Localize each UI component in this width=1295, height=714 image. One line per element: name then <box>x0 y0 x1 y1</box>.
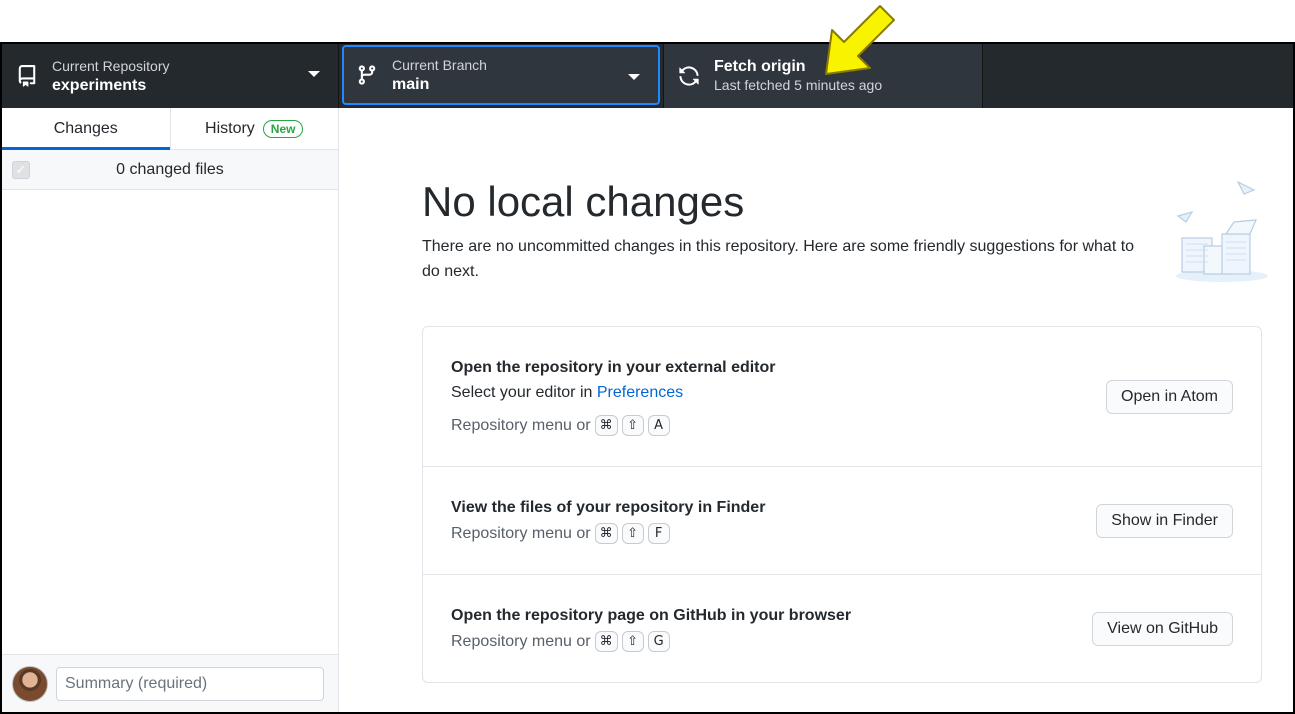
changed-files-count: 0 changed files <box>116 160 224 178</box>
command-key-icon: ⌘ <box>594 415 618 436</box>
changed-files-header: ✓ 0 changed files <box>2 150 338 190</box>
git-branch-icon <box>358 65 376 85</box>
tab-history[interactable]: History New <box>169 108 339 149</box>
sidebar-tabs: Changes History New <box>2 108 338 150</box>
tab-changes-label: Changes <box>53 119 118 137</box>
new-badge: New <box>262 119 304 138</box>
command-key-icon: ⌘ <box>594 631 618 652</box>
letter-key: G <box>647 631 670 652</box>
repository-label: Current Repository <box>52 58 170 74</box>
chevron-down-icon <box>308 71 320 77</box>
fetch-subtitle: Last fetched 5 minutes ago <box>714 77 883 93</box>
shortcut-prefix: Repository menu or <box>451 524 591 542</box>
suggestion-title: View the files of your repository in Fin… <box>451 499 766 516</box>
letter-key: F <box>647 523 670 544</box>
command-key-icon: ⌘ <box>594 523 618 544</box>
suggestion-show-finder: View the files of your repository in Fin… <box>423 467 1261 575</box>
keyboard-shortcut: Repository menu or ⌘ ⇧ F <box>451 523 670 544</box>
select-all-checkbox[interactable]: ✓ <box>12 160 30 179</box>
suggestion-title: Open the repository in your external edi… <box>451 359 776 376</box>
summary-input[interactable] <box>56 666 324 701</box>
branch-label: Current Branch <box>392 57 487 73</box>
current-repository-dropdown[interactable]: Current Repository experiments <box>2 44 339 108</box>
sidebar: Changes History New ✓ 0 changed files <box>2 108 339 712</box>
suggestion-description: Select your editor in Preferences <box>451 384 683 402</box>
intro-text: There are no uncommitted changes in this… <box>422 238 1135 280</box>
suggestions-card: Open the repository in your external edi… <box>422 326 1262 683</box>
yellow-arrow-icon <box>825 5 895 75</box>
open-in-atom-button[interactable]: Open in Atom <box>1106 380 1233 414</box>
tab-history-label: History <box>205 119 255 137</box>
shift-key-icon: ⇧ <box>621 415 644 436</box>
view-on-github-button[interactable]: View on GitHub <box>1092 612 1233 646</box>
chevron-down-icon <box>628 74 640 80</box>
page-title: No local changes <box>422 178 745 225</box>
repo-icon <box>18 65 36 87</box>
repository-name: experiments <box>52 77 147 94</box>
shift-key-icon: ⇧ <box>621 523 644 544</box>
main-panel: No local changes There are no uncommitte… <box>340 108 1293 712</box>
commit-area <box>2 654 338 712</box>
keyboard-shortcut: Repository menu or ⌘ ⇧ A <box>451 415 670 436</box>
avatar <box>12 665 48 702</box>
branch-name: main <box>392 76 430 93</box>
empty-state-illustration <box>1176 180 1268 282</box>
tab-changes[interactable]: Changes <box>2 108 170 150</box>
shift-key-icon: ⇧ <box>621 631 644 652</box>
current-branch-dropdown[interactable]: Current Branch main <box>342 45 660 105</box>
shortcut-prefix: Repository menu or <box>451 416 591 434</box>
description-text: Select your editor in <box>451 384 597 401</box>
shortcut-prefix: Repository menu or <box>451 632 591 650</box>
preferences-link[interactable]: Preferences <box>597 384 683 401</box>
toolbar: Current Repository experiments Current B… <box>2 44 1293 108</box>
keyboard-shortcut: Repository menu or ⌘ ⇧ G <box>451 631 670 652</box>
show-in-finder-button[interactable]: Show in Finder <box>1096 504 1233 538</box>
suggestion-open-editor: Open the repository in your external edi… <box>423 327 1261 467</box>
suggestion-view-github: Open the repository page on GitHub in yo… <box>423 575 1261 683</box>
sync-icon <box>679 66 699 86</box>
suggestion-title: Open the repository page on GitHub in yo… <box>451 607 852 624</box>
letter-key: A <box>647 415 670 436</box>
